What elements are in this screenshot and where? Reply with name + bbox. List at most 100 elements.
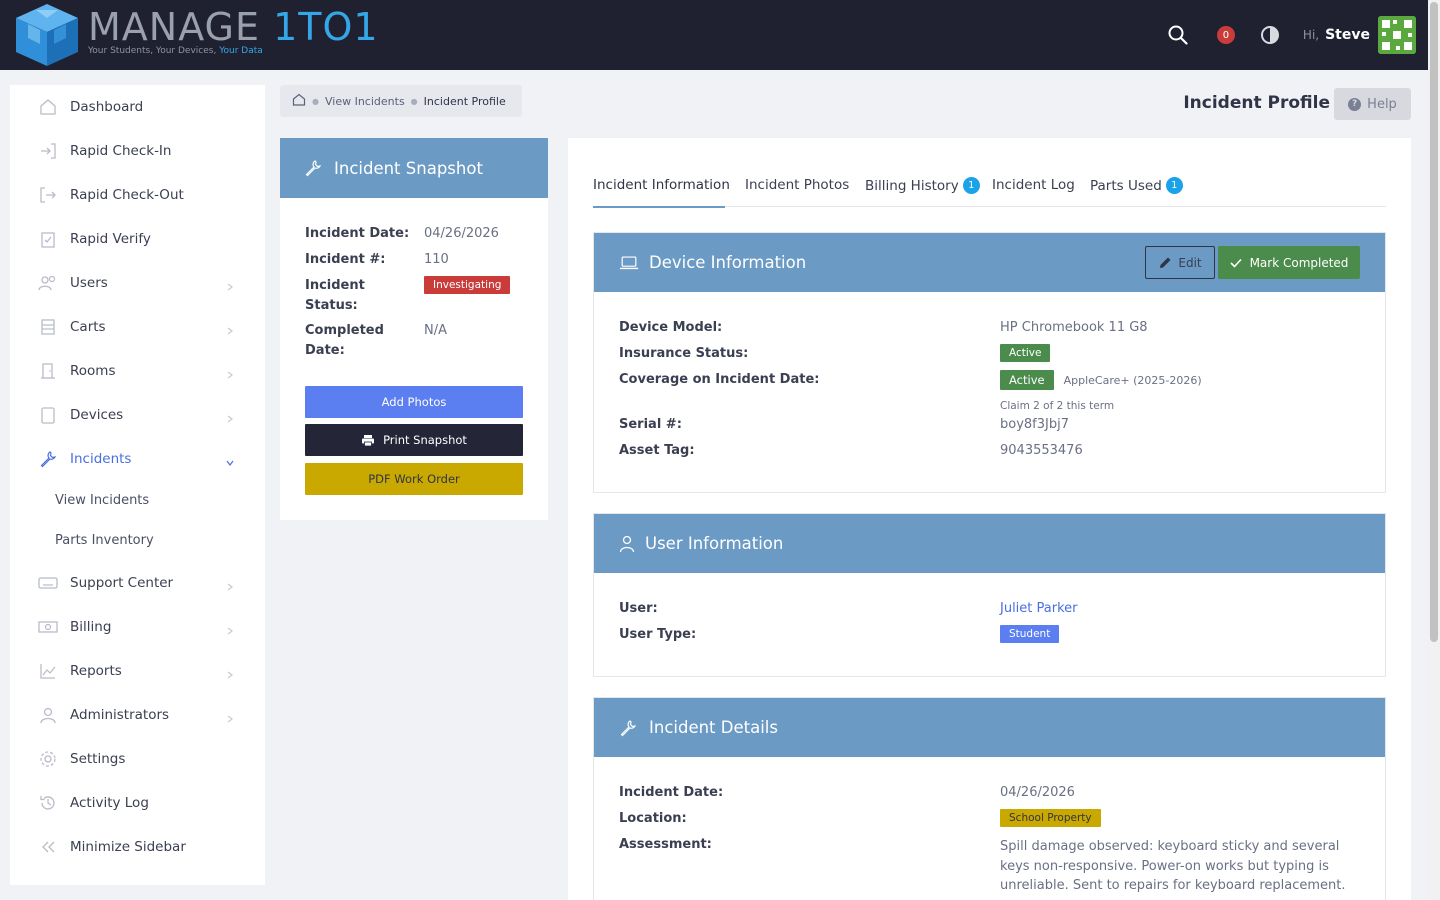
sidebar-item-rooms[interactable]: Rooms bbox=[10, 349, 265, 393]
tab-incident-log[interactable]: Incident Log bbox=[992, 177, 1075, 193]
pdf-work-order-button[interactable]: PDF Work Order bbox=[305, 463, 523, 495]
sidebar-item-administrators[interactable]: Administrators bbox=[10, 693, 265, 737]
breadcrumb: ● View Incidents ● Incident Profile bbox=[280, 85, 522, 117]
brand-logo[interactable]: MANAGE 1TO1 Your Students, Your Devices,… bbox=[10, 2, 378, 68]
sidebar-item-rapid-check-in[interactable]: Rapid Check-In bbox=[10, 129, 265, 173]
tablet-icon bbox=[38, 405, 58, 425]
sidebar-item-rapid-check-out[interactable]: Rapid Check-Out bbox=[10, 173, 265, 217]
mark-completed-button[interactable]: Mark Completed bbox=[1218, 246, 1360, 279]
breadcrumb-separator: ● bbox=[312, 96, 319, 106]
coverage-plan: AppleCare+ (2025-2026) bbox=[1063, 373, 1202, 387]
sidebar-item-label: Activity Log bbox=[70, 795, 149, 811]
print-snapshot-label: Print Snapshot bbox=[383, 433, 467, 447]
sidebar-item-label: Rapid Check-Out bbox=[70, 187, 184, 203]
tab-billing-history[interactable]: Billing History 1 bbox=[865, 177, 980, 194]
insurance-status-label: Insurance Status: bbox=[619, 346, 749, 361]
chevron-right-icon bbox=[225, 665, 235, 679]
section-title: Device Information bbox=[649, 253, 807, 272]
sidebar-subitem-view-incidents[interactable]: View Incidents bbox=[55, 493, 149, 508]
assessment-value: Spill damage observed: keyboard sticky a… bbox=[1000, 839, 1346, 893]
sidebar-item-label: Devices bbox=[70, 407, 124, 423]
tab-label: Parts Used bbox=[1090, 177, 1162, 194]
clipboard-check-icon bbox=[38, 229, 58, 249]
cart-icon bbox=[38, 317, 58, 337]
asset-tag-label: Asset Tag: bbox=[619, 443, 695, 458]
device-information-section: Device Information Edit Mark Completed D… bbox=[593, 232, 1386, 493]
sidebar-item-incidents[interactable]: Incidents bbox=[10, 437, 265, 481]
avatar[interactable] bbox=[1378, 16, 1416, 54]
history-icon bbox=[38, 793, 58, 813]
chevron-down-icon bbox=[225, 453, 235, 466]
chevron-right-icon bbox=[225, 365, 235, 379]
completed-date-label: Completed Date: bbox=[305, 323, 384, 358]
edit-button[interactable]: Edit bbox=[1145, 246, 1215, 279]
home-icon bbox=[38, 97, 58, 117]
sidebar-item-users[interactable]: Users bbox=[10, 261, 265, 305]
users-icon bbox=[38, 273, 58, 293]
coverage-label: Coverage on Incident Date: bbox=[619, 372, 820, 387]
sidebar-item-carts[interactable]: Carts bbox=[10, 305, 265, 349]
keyboard-icon bbox=[38, 573, 58, 593]
completed-date-value: N/A bbox=[424, 323, 447, 338]
sidebar-item-devices[interactable]: Devices bbox=[10, 393, 265, 437]
sidebar-item-label: Carts bbox=[70, 319, 106, 335]
tab-label: Incident Log bbox=[992, 177, 1075, 193]
user-label: User: bbox=[619, 601, 658, 616]
edit-label: Edit bbox=[1178, 255, 1202, 270]
notification-badge[interactable]: 0 bbox=[1216, 26, 1235, 44]
page-scrollbar[interactable] bbox=[1428, 0, 1440, 900]
section-header: User Information bbox=[594, 514, 1385, 573]
user-icon bbox=[619, 534, 635, 554]
sidebar-item-label: Settings bbox=[70, 751, 126, 767]
user-name[interactable]: Steve bbox=[1325, 27, 1370, 43]
sidebar-item-support-center[interactable]: Support Center bbox=[10, 561, 265, 605]
tab-bar: Incident Information Incident Photos Bil… bbox=[593, 168, 1386, 208]
user-information-section: User Information User: Juliet Parker Use… bbox=[593, 513, 1386, 677]
insurance-status-badge: Active bbox=[1000, 344, 1051, 362]
tab-incident-information[interactable]: Incident Information bbox=[593, 177, 730, 193]
cube-logo-icon bbox=[10, 2, 84, 68]
scrollbar-thumb[interactable] bbox=[1430, 2, 1438, 642]
contrast-toggle-icon[interactable] bbox=[1259, 24, 1281, 46]
incident-details-section: Incident Details Incident Date: 04/26/20… bbox=[593, 697, 1386, 900]
count-badge: 1 bbox=[1165, 177, 1183, 194]
breadcrumb-current: Incident Profile bbox=[423, 94, 506, 108]
sidebar-item-settings[interactable]: Settings bbox=[10, 737, 265, 781]
sidebar: Dashboard Rapid Check-In Rapid Check-Out… bbox=[10, 85, 265, 885]
chart-icon bbox=[38, 661, 58, 681]
sidebar-subitem-parts-inventory[interactable]: Parts Inventory bbox=[55, 533, 154, 548]
wrench-icon bbox=[304, 158, 324, 178]
location-badge: School Property bbox=[1000, 809, 1101, 827]
tab-label: Billing History bbox=[865, 177, 959, 194]
gear-icon bbox=[38, 749, 58, 769]
sidebar-item-reports[interactable]: Reports bbox=[10, 649, 265, 693]
section-title: Incident Details bbox=[649, 718, 778, 737]
sidebar-item-label: Reports bbox=[70, 663, 122, 679]
device-model-value: HP Chromebook 11 G8 bbox=[1000, 320, 1148, 335]
sidebar-item-activity-log[interactable]: Activity Log bbox=[10, 781, 265, 825]
print-snapshot-button[interactable]: Print Snapshot bbox=[305, 424, 523, 456]
sidebar-item-dashboard[interactable]: Dashboard bbox=[10, 85, 265, 129]
add-photos-button[interactable]: Add Photos bbox=[305, 386, 523, 418]
sidebar-item-rapid-verify[interactable]: Rapid Verify bbox=[10, 217, 265, 261]
assessment-label: Assessment: bbox=[619, 837, 712, 852]
incident-snapshot-card: Incident Snapshot Incident Date: 04/26/2… bbox=[280, 138, 548, 520]
breadcrumb-link[interactable]: View Incidents bbox=[325, 95, 405, 108]
search-icon[interactable] bbox=[1167, 24, 1189, 46]
home-icon[interactable] bbox=[292, 93, 306, 109]
coverage-status-badge: Active bbox=[1000, 370, 1054, 390]
laptop-icon bbox=[619, 253, 639, 273]
chevron-right-icon bbox=[225, 621, 235, 635]
incident-status-label: Incident Status: bbox=[305, 278, 365, 313]
help-button[interactable]: ? Help bbox=[1334, 88, 1411, 120]
tab-incident-photos[interactable]: Incident Photos bbox=[745, 177, 849, 193]
asset-tag-value: 9043553476 bbox=[1000, 443, 1083, 458]
sidebar-item-label: Rooms bbox=[70, 363, 116, 379]
chevron-right-icon bbox=[225, 321, 235, 335]
tagline: Your Students, Your Devices, bbox=[88, 46, 220, 56]
user-link[interactable]: Juliet Parker bbox=[1000, 601, 1078, 616]
sidebar-item-billing[interactable]: Billing bbox=[10, 605, 265, 649]
pencil-icon bbox=[1158, 256, 1172, 270]
sidebar-item-minimize-sidebar[interactable]: Minimize Sidebar bbox=[10, 825, 265, 869]
tab-parts-used[interactable]: Parts Used 1 bbox=[1090, 177, 1183, 194]
